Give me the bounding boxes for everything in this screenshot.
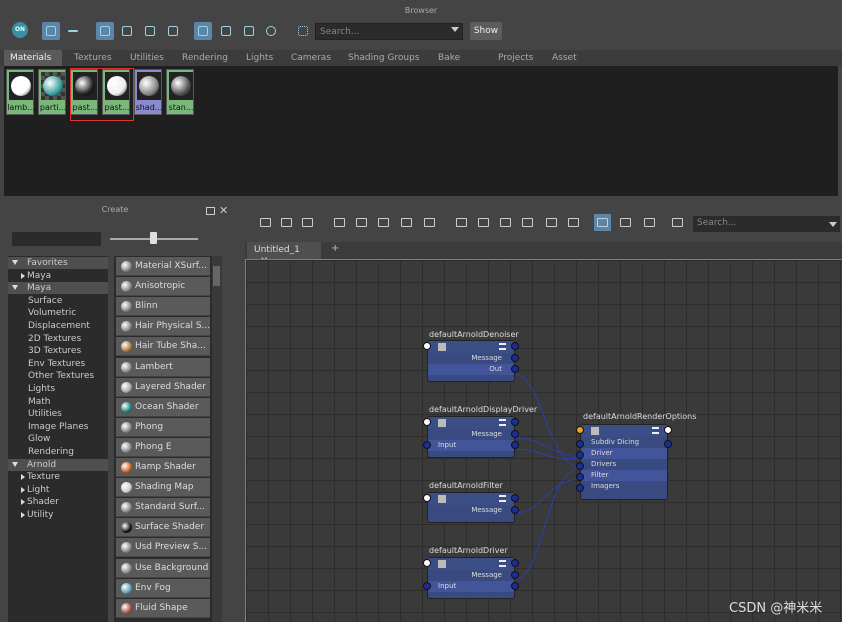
node-attribute-label: Drivers xyxy=(591,460,617,468)
node-title: defaultArnoldDriver xyxy=(429,546,508,555)
node-header xyxy=(428,558,514,570)
input-port[interactable] xyxy=(576,473,584,481)
graph-node-denoiser[interactable]: Message Out xyxy=(427,340,515,382)
input-port[interactable] xyxy=(576,484,584,492)
connection-lines xyxy=(513,372,581,580)
output-port[interactable] xyxy=(664,426,672,434)
node-attribute-label: Input xyxy=(438,441,457,449)
node-title: defaultArnoldRenderOptions xyxy=(583,412,697,421)
output-port[interactable] xyxy=(511,494,519,502)
input-port[interactable] xyxy=(423,582,431,590)
output-port[interactable] xyxy=(511,354,519,362)
node-attribute-label: Message xyxy=(471,354,502,362)
output-port[interactable] xyxy=(511,430,519,438)
input-port[interactable] xyxy=(576,426,584,434)
node-attribute-row[interactable]: Driver xyxy=(581,448,667,459)
node-menu-icon[interactable] xyxy=(499,343,506,350)
node-type-icon xyxy=(438,560,446,568)
node-attribute-label: Driver xyxy=(591,449,613,457)
node-type-icon xyxy=(438,419,446,427)
node-menu-icon[interactable] xyxy=(499,560,506,567)
node-type-icon xyxy=(591,427,599,435)
input-port[interactable] xyxy=(423,342,431,350)
node-type-icon xyxy=(438,343,446,351)
node-header xyxy=(428,493,514,505)
node-title: defaultArnoldDisplayDriver xyxy=(429,405,538,414)
node-attribute-row[interactable]: Input xyxy=(428,440,514,451)
node-attribute-label: Imagers xyxy=(591,482,620,490)
node-attribute-label: Message xyxy=(471,571,502,579)
node-attribute-row[interactable]: Input xyxy=(428,581,514,592)
node-attribute-row[interactable]: Drivers xyxy=(581,459,667,470)
node-menu-icon[interactable] xyxy=(499,419,506,426)
graph-node-options[interactable]: Subdiv Dicing CameraDriver Drivers Filter I… xyxy=(580,424,668,500)
input-port[interactable] xyxy=(423,559,431,567)
node-attribute-label: Message xyxy=(471,430,502,438)
output-port[interactable] xyxy=(664,440,672,448)
input-port[interactable] xyxy=(576,440,584,448)
node-type-icon xyxy=(438,495,446,503)
node-menu-icon[interactable] xyxy=(652,427,659,434)
output-port[interactable] xyxy=(511,571,519,579)
graph-node-driver[interactable]: Message Input xyxy=(427,557,515,599)
output-port[interactable] xyxy=(511,418,519,426)
node-attribute-label: Message xyxy=(471,506,502,514)
node-attribute-label: Input xyxy=(438,582,457,590)
output-port[interactable] xyxy=(511,506,519,514)
node-attribute-row[interactable]: Imagers xyxy=(581,481,667,492)
node-attribute-row[interactable]: Message xyxy=(428,429,514,440)
node-attribute-label: Filter xyxy=(591,471,609,479)
node-title: defaultArnoldDenoiser xyxy=(429,330,519,339)
node-menu-icon[interactable] xyxy=(499,495,506,502)
output-port[interactable] xyxy=(511,559,519,567)
node-header xyxy=(581,425,667,437)
node-header xyxy=(428,417,514,429)
watermark: CSDN @神米米 xyxy=(729,601,823,616)
node-attribute-row[interactable]: Subdiv Dicing Camera xyxy=(581,437,667,457)
node-attribute-row[interactable]: Message xyxy=(428,353,514,364)
input-port[interactable] xyxy=(423,441,431,449)
input-port[interactable] xyxy=(423,418,431,426)
graph-node-filter[interactable]: Message xyxy=(427,492,515,523)
input-port[interactable] xyxy=(423,494,431,502)
node-header xyxy=(428,341,514,353)
output-port[interactable] xyxy=(511,365,519,373)
node-attribute-row[interactable]: Filter xyxy=(581,470,667,481)
node-attribute-row[interactable]: Message xyxy=(428,505,514,516)
node-attribute-label: Out xyxy=(489,365,502,373)
graph-node-displaydriver[interactable]: Message Input xyxy=(427,416,515,458)
node-attribute-row[interactable]: Out xyxy=(428,364,514,375)
node-attribute-row[interactable]: Message xyxy=(428,570,514,581)
output-port[interactable] xyxy=(511,342,519,350)
input-port[interactable] xyxy=(576,451,584,459)
node-title: defaultArnoldFilter xyxy=(429,481,503,490)
output-port[interactable] xyxy=(511,441,519,449)
output-port[interactable] xyxy=(511,582,519,590)
input-port[interactable] xyxy=(576,462,584,470)
